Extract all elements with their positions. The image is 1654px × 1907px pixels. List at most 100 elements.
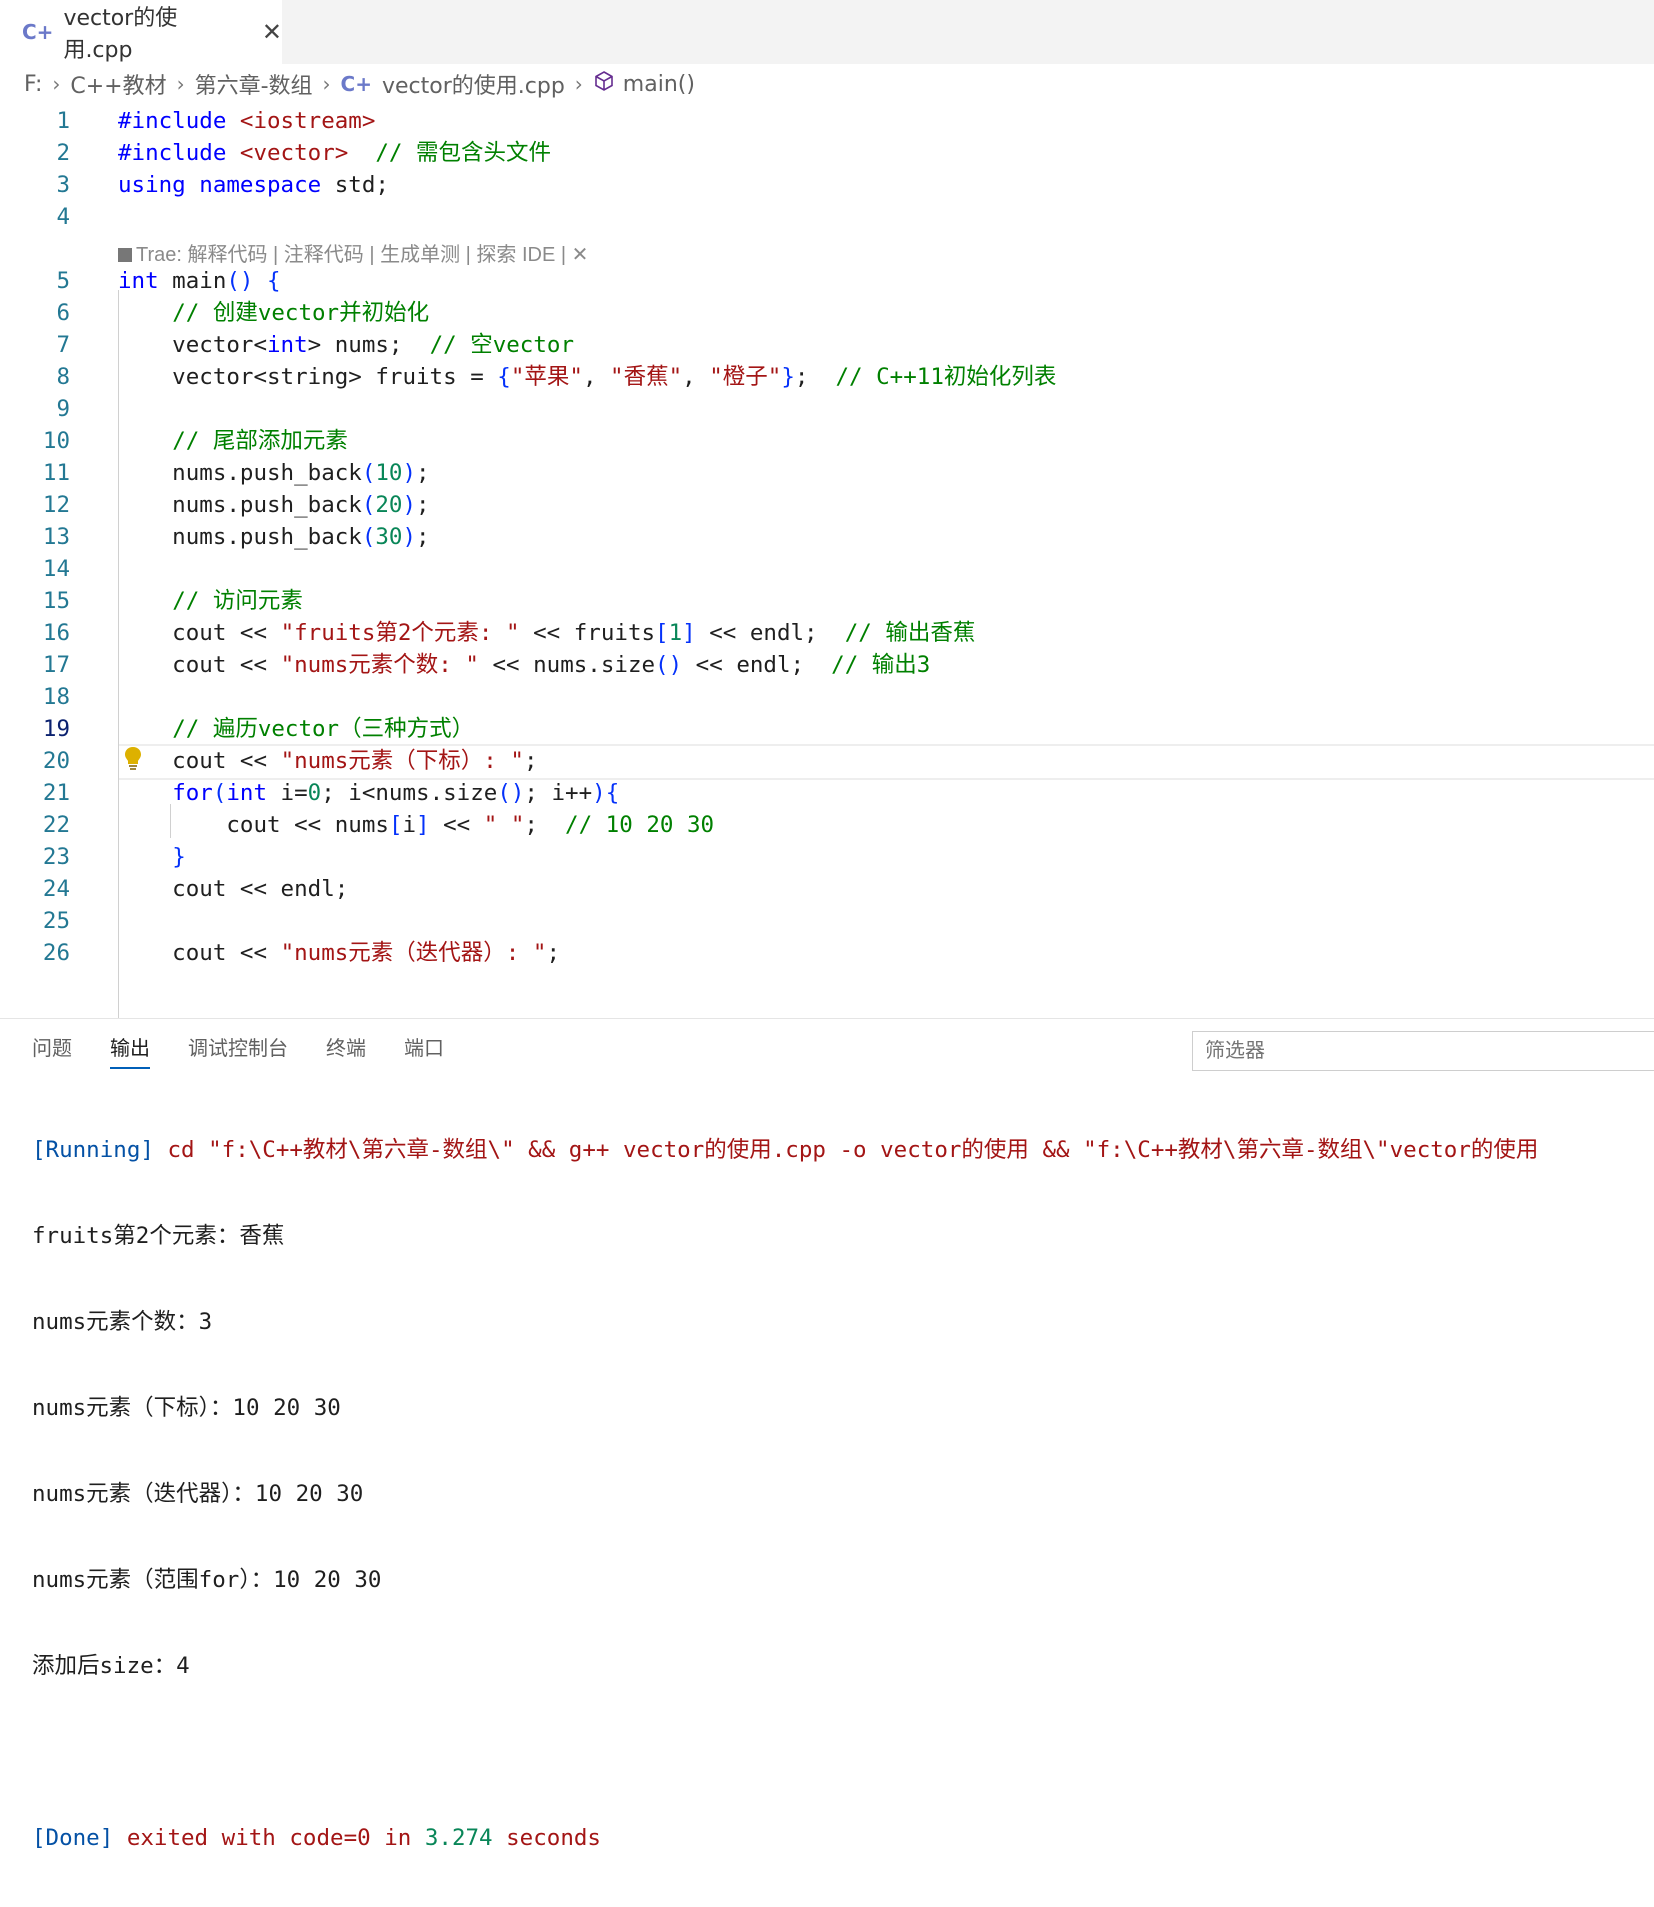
line-number: 21 [42,780,70,806]
tab-debug-console[interactable]: 调试控制台 [188,1019,288,1079]
code-line[interactable]: 25 [0,904,1654,938]
trae-icon [118,248,132,262]
line-number: 12 [42,492,70,518]
code-editor[interactable]: Trae: 解释代码 | 注释代码 | 生成单测 | 探索 IDE | ✕ 1 #… [0,104,1654,1020]
code-text[interactable]: } [118,840,186,874]
code-line[interactable]: 1 #include <iostream> [0,104,1654,138]
code-line[interactable]: 14 [0,552,1654,586]
code-line[interactable]: 24 cout << endl; [0,872,1654,906]
line-number: 5 [56,268,70,294]
code-text[interactable]: vector<string> fruits = {"苹果", "香蕉", "橙子… [118,360,1056,394]
code-text[interactable]: cout << "fruits第2个元素: " << fruits[1] << … [118,616,975,650]
running-tag: [Running] [32,1137,154,1163]
code-text[interactable]: cout << nums[i] << " "; // 10 20 30 [118,808,714,842]
done-line: [Done] exited with code=0 in 3.274 secon… [32,1821,1538,1855]
code-text[interactable]: nums.push_back(10); [118,456,429,490]
code-line[interactable]: 9 [0,392,1654,426]
panel-tabs: 问题 输出 调试控制台 终端 端口 [0,1019,450,1079]
code-text[interactable]: cout << "nums元素（迭代器）: "; [118,936,560,970]
line-number: 11 [42,460,70,486]
code-line[interactable]: 21 for(int i=0; i<nums.size(); i++){ [0,776,1654,810]
code-line[interactable]: 6 // 创建vector并初始化 [0,296,1654,330]
chevron-right-icon: › [574,72,583,96]
line-number: 16 [42,620,70,646]
code-line[interactable]: 22 cout << nums[i] << " "; // 10 20 30 [0,808,1654,842]
code-line[interactable]: 18 [0,680,1654,714]
tab-title: vector的使用.cpp [63,6,178,63]
code-line[interactable]: 10 // 尾部添加元素 [0,424,1654,458]
line-number: 23 [42,844,70,870]
breadcrumb-drive[interactable]: F: [24,72,42,97]
code-line[interactable]: 16 cout << "fruits第2个元素: " << fruits[1] … [0,616,1654,650]
done-time: 3.274 [424,1825,493,1851]
code-text[interactable]: // 访问元素 [118,584,303,618]
line-number: 4 [56,204,70,230]
code-line[interactable]: 19 // 遍历vector（三种方式） [0,712,1654,746]
output-line: 添加后size：4 [32,1653,190,1679]
line-number: 14 [42,556,70,582]
breadcrumb-folder-cpp[interactable]: C++教材 [70,68,166,100]
code-text[interactable]: cout << "nums元素（下标）: "; [118,744,537,778]
code-text[interactable]: using namespace std; [118,168,389,202]
code-text[interactable]: // 尾部添加元素 [118,424,348,458]
code-text[interactable]: #include <iostream> [118,104,375,138]
code-line[interactable]: 12 nums.push_back(20); [0,488,1654,522]
done-tag: [Done] [32,1825,114,1851]
output-line: nums元素个数：3 [32,1309,213,1335]
output-line: nums元素（范围for）：10 20 30 [32,1567,382,1593]
code-line[interactable]: 20 cout << "nums元素（下标）: "; [0,744,1654,778]
line-number: 6 [56,300,70,326]
code-text[interactable]: cout << endl; [118,872,348,906]
done-unit: seconds [506,1825,601,1851]
output-panel: 问题 输出 调试控制台 终端 端口 [Running] cd "f:\C++教材… [0,1018,1654,1851]
code-line[interactable]: 5 int main() { [0,264,1654,298]
code-line[interactable]: 15 // 访问元素 [0,584,1654,618]
breadcrumb: F: › C++教材 › 第六章-数组 › C+ vector的使用.cpp ›… [24,66,695,102]
code-line[interactable]: 2 #include <vector> // 需包含头文件 [0,136,1654,170]
code-text[interactable]: int main() { [118,264,281,298]
tab-ports[interactable]: 端口 [404,1019,444,1079]
filter-input[interactable] [1192,1031,1654,1071]
code-line[interactable]: 3 using namespace std; [0,168,1654,202]
line-number: 10 [42,428,70,454]
code-line[interactable]: 26 cout << "nums元素（迭代器）: "; [0,936,1654,970]
code-text[interactable]: nums.push_back(20); [118,488,429,522]
code-line[interactable]: 7 vector<int> nums; // 空vector [0,328,1654,362]
tab-terminal[interactable]: 终端 [326,1019,366,1079]
tab-vector-cpp[interactable]: C+ vector的使用.cpp ✕ [0,0,282,64]
code-line[interactable]: 8 vector<string> fruits = {"苹果", "香蕉", "… [0,360,1654,394]
line-number: 25 [42,908,70,934]
code-text[interactable]: // 遍历vector（三种方式） [118,712,474,746]
line-number: 24 [42,876,70,902]
line-number: 9 [56,396,70,422]
code-line[interactable]: 11 nums.push_back(10); [0,456,1654,490]
line-number: 7 [56,332,70,358]
line-number: 19 [42,716,70,742]
line-number: 8 [56,364,70,390]
breadcrumb-symbol[interactable]: main() [623,72,695,97]
code-line[interactable]: 13 nums.push_back(30); [0,520,1654,554]
tab-output[interactable]: 输出 [110,1019,150,1079]
line-number: 26 [42,940,70,966]
chevron-right-icon: › [176,72,185,96]
code-line[interactable]: 23 } [0,840,1654,874]
code-line[interactable]: 17 cout << "nums元素个数: " << nums.size() <… [0,648,1654,682]
chevron-right-icon: › [322,72,331,96]
code-line[interactable]: 4 [0,200,1654,234]
code-text[interactable]: cout << "nums元素个数: " << nums.size() << e… [118,648,930,682]
line-number: 15 [42,588,70,614]
output-line: nums元素（下标）：10 20 30 [32,1395,341,1421]
tab-problems[interactable]: 问题 [32,1019,72,1079]
breadcrumb-file[interactable]: vector的使用.cpp [382,68,565,100]
code-text[interactable]: for(int i=0; i<nums.size(); i++){ [118,776,619,810]
line-number: 20 [42,748,70,774]
code-text[interactable]: #include <vector> // 需包含头文件 [118,136,551,170]
code-text[interactable]: // 创建vector并初始化 [118,296,429,330]
close-icon[interactable]: ✕ [262,18,282,46]
breadcrumb-folder-chapter6[interactable]: 第六章-数组 [195,68,313,100]
code-text[interactable]: nums.push_back(30); [118,520,429,554]
output-log: [Running] cd "f:\C++教材\第六章-数组\" && g++ v… [32,1081,1538,1907]
code-text[interactable]: vector<int> nums; // 空vector [118,328,574,362]
output-line: fruits第2个元素：香蕉 [32,1223,285,1249]
